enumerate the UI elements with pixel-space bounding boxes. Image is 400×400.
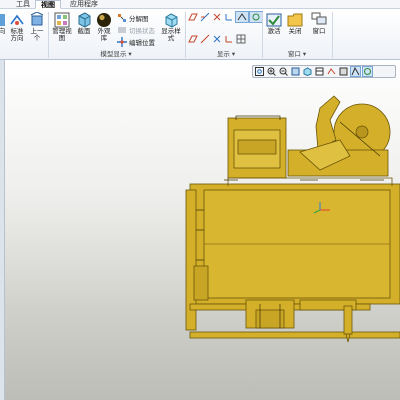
tab-applications[interactable]: 应用程序 xyxy=(64,0,104,9)
edit-position-button[interactable]: 编辑位置 xyxy=(117,37,155,47)
point-tag-display-icon[interactable] xyxy=(212,34,222,44)
display-style-label: 显示样 式 xyxy=(161,27,181,42)
close-window-label: 关闭 xyxy=(288,27,302,35)
appearance-gallery-button[interactable]: 外观 库 xyxy=(95,12,113,42)
exploded-view-label: 分解图 xyxy=(129,15,149,23)
exploded-view-icon xyxy=(118,14,126,22)
standard-orientation-button[interactable]: 标准 方向 xyxy=(8,12,26,42)
csys-tag-display-icon[interactable] xyxy=(224,34,234,44)
display-row-2 xyxy=(188,34,246,44)
section-button[interactable]: 截面 xyxy=(75,12,93,35)
windows-icon xyxy=(311,12,327,25)
activate-window-icon xyxy=(266,13,282,27)
base-rail xyxy=(189,331,400,339)
display-row-1 xyxy=(188,11,263,23)
appearance-sphere-icon xyxy=(97,13,111,27)
manage-views-button[interactable]: 管理视 图 xyxy=(51,12,73,42)
tab-tools[interactable]: 工具 xyxy=(12,0,34,9)
group-label-model-display: 模型显示 ▾ xyxy=(100,50,132,58)
ribbon: 向 标准 方向 上一 个 管理视 图 截面 外观 库 分解图 切换状态 编辑位置… xyxy=(0,9,400,60)
toggle-status-icon xyxy=(118,27,126,33)
previous-view-label: 上一 个 xyxy=(30,27,44,42)
previous-view-icon xyxy=(30,12,44,26)
display-toggles-grid xyxy=(188,11,263,48)
standard-orientation-label: 标准 方向 xyxy=(10,27,24,42)
close-folder-icon xyxy=(287,13,303,27)
activate-window-label: 激活 xyxy=(267,27,281,35)
orient-icon xyxy=(0,14,5,26)
datum-point-display-icon[interactable] xyxy=(212,12,222,22)
csys-display-icon[interactable] xyxy=(224,12,234,22)
model-display-group-title: 模型显示 xyxy=(100,50,127,58)
manage-views-label: 管理视 图 xyxy=(52,27,72,42)
grid-display-icon[interactable] xyxy=(236,34,246,44)
appearance-gallery-label: 外观 库 xyxy=(97,27,111,42)
toggle-status-label: 切换状态 xyxy=(129,27,155,35)
display-style-button[interactable]: 显示样 式 xyxy=(160,12,182,42)
machine-model[interactable] xyxy=(0,60,400,400)
toggle-status-button[interactable]: 切换状态 xyxy=(117,25,155,35)
partial-left-label: 向 xyxy=(0,27,6,35)
group-separator xyxy=(332,12,333,58)
previous-view-button[interactable]: 上一 个 xyxy=(29,12,45,42)
window-label: 窗口 xyxy=(312,27,326,35)
tab-view[interactable]: 视图 xyxy=(35,0,61,9)
window-group-title: 窗口 xyxy=(287,50,301,58)
group-label-display: 显示 ▾ xyxy=(216,50,236,58)
graphics-viewport[interactable] xyxy=(0,60,400,400)
plane-tag-display-icon[interactable] xyxy=(188,34,198,44)
annotation-display-icon[interactable] xyxy=(235,11,249,23)
manage-views-icon xyxy=(54,12,70,28)
close-window-button[interactable]: 关闭 xyxy=(286,12,304,35)
window-button[interactable]: 窗口 xyxy=(310,12,328,35)
display-style-icon xyxy=(165,13,178,28)
section-icon xyxy=(78,12,91,28)
datum-axis-display-icon[interactable] xyxy=(200,12,210,22)
datum-plane-display-icon[interactable] xyxy=(188,12,198,22)
ribbon-tab-strip: 工具 视图 应用程序 xyxy=(0,0,400,9)
exploded-view-button[interactable]: 分解图 xyxy=(117,13,149,23)
group-label-window: 窗口 ▾ xyxy=(287,50,307,58)
nozzle xyxy=(343,305,353,335)
axis-tag-display-icon[interactable] xyxy=(200,34,210,44)
display-group-title: 显示 xyxy=(216,50,230,58)
partial-left-button[interactable]: 向 xyxy=(0,12,7,35)
activate-window-button[interactable]: 激活 xyxy=(265,12,283,35)
edit-position-label: 编辑位置 xyxy=(129,39,155,47)
section-label: 截面 xyxy=(77,27,91,35)
edit-position-icon xyxy=(117,37,127,47)
standard-orientation-icon xyxy=(10,14,24,25)
spin-center-display-icon[interactable] xyxy=(249,11,263,23)
